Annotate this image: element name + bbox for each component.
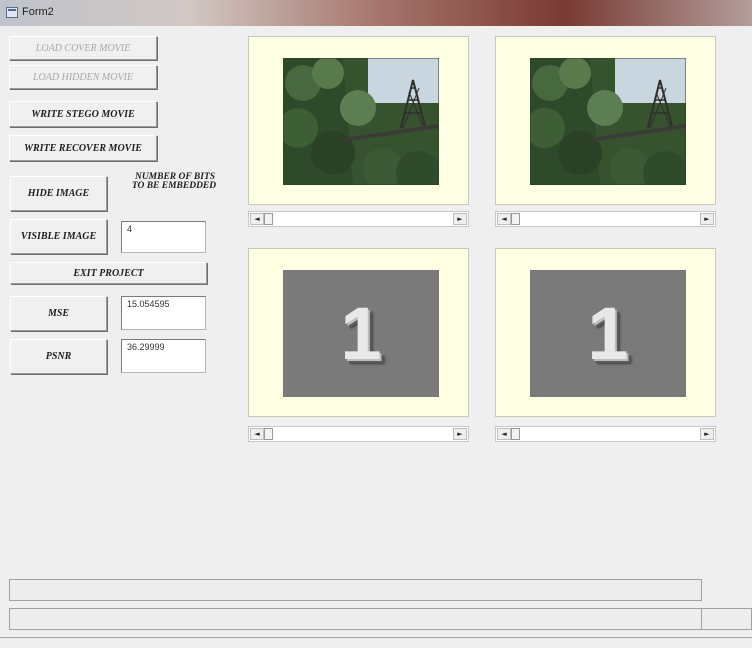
write-recover-movie-button[interactable]: WRITE RECOVER MOVIE	[9, 135, 157, 161]
hidden-video-panel: 1	[248, 248, 469, 417]
recovered-video-panel: 1	[495, 248, 716, 417]
form-window-icon	[6, 7, 18, 18]
scroll-right-arrow-icon[interactable]: ►	[700, 213, 714, 225]
visible-image-button[interactable]: VISIBLE IMAGE	[10, 219, 107, 254]
recovered-frame-image: 1	[530, 270, 686, 397]
psnr-button[interactable]: PSNR	[10, 339, 107, 374]
scroll-left-arrow-icon[interactable]: ◄	[497, 213, 511, 225]
cover-video-scrollbar[interactable]: ◄ ►	[248, 211, 469, 227]
stego-video-panel	[495, 36, 716, 205]
load-cover-movie-button[interactable]: LOAD COVER MOVIE	[9, 36, 157, 60]
hidden-video-scrollbar[interactable]: ◄ ►	[248, 426, 469, 442]
load-hidden-movie-button[interactable]: LOAD HIDDEN MOVIE	[9, 65, 157, 89]
recovered-video-scrollbar[interactable]: ◄ ►	[495, 426, 716, 442]
hidden-frame-image: 1	[283, 270, 439, 397]
progress-bar-2-extension	[702, 608, 752, 630]
hide-image-button[interactable]: HIDE IMAGE	[10, 176, 107, 211]
scroll-left-arrow-icon[interactable]: ◄	[250, 213, 264, 225]
cover-video-panel	[248, 36, 469, 205]
scroll-thumb[interactable]	[264, 428, 273, 440]
bits-count-field[interactable]: 4	[121, 221, 206, 253]
mse-value-field[interactable]: 15.054595	[121, 296, 206, 330]
scroll-left-arrow-icon[interactable]: ◄	[250, 428, 264, 440]
scroll-right-arrow-icon[interactable]: ►	[700, 428, 714, 440]
scroll-right-arrow-icon[interactable]: ►	[453, 428, 467, 440]
cover-bridge-frame-image	[283, 58, 439, 185]
stego-bridge-frame-image	[530, 58, 686, 185]
scroll-thumb[interactable]	[511, 428, 520, 440]
scroll-thumb[interactable]	[511, 213, 520, 225]
hidden-frame-digit: 1	[340, 292, 382, 375]
title-bar: Form2	[0, 0, 752, 26]
stego-video-scrollbar[interactable]: ◄ ►	[495, 211, 716, 227]
scroll-right-arrow-icon[interactable]: ►	[453, 213, 467, 225]
window-title: Form2	[22, 6, 54, 18]
progress-bar-1	[9, 579, 702, 601]
bits-label-line2: TO BE EMBEDDED	[131, 181, 217, 191]
write-stego-movie-button[interactable]: WRITE STEGO MOVIE	[9, 101, 157, 127]
bottom-divider	[0, 637, 752, 638]
recovered-frame-digit: 1	[587, 292, 629, 375]
scroll-left-arrow-icon[interactable]: ◄	[497, 428, 511, 440]
mse-button[interactable]: MSE	[10, 296, 107, 331]
progress-bar-2	[9, 608, 702, 630]
scroll-thumb[interactable]	[264, 213, 273, 225]
psnr-value-field[interactable]: 36.29999	[121, 339, 206, 373]
exit-project-button[interactable]: EXIT PROJECT	[10, 262, 207, 284]
